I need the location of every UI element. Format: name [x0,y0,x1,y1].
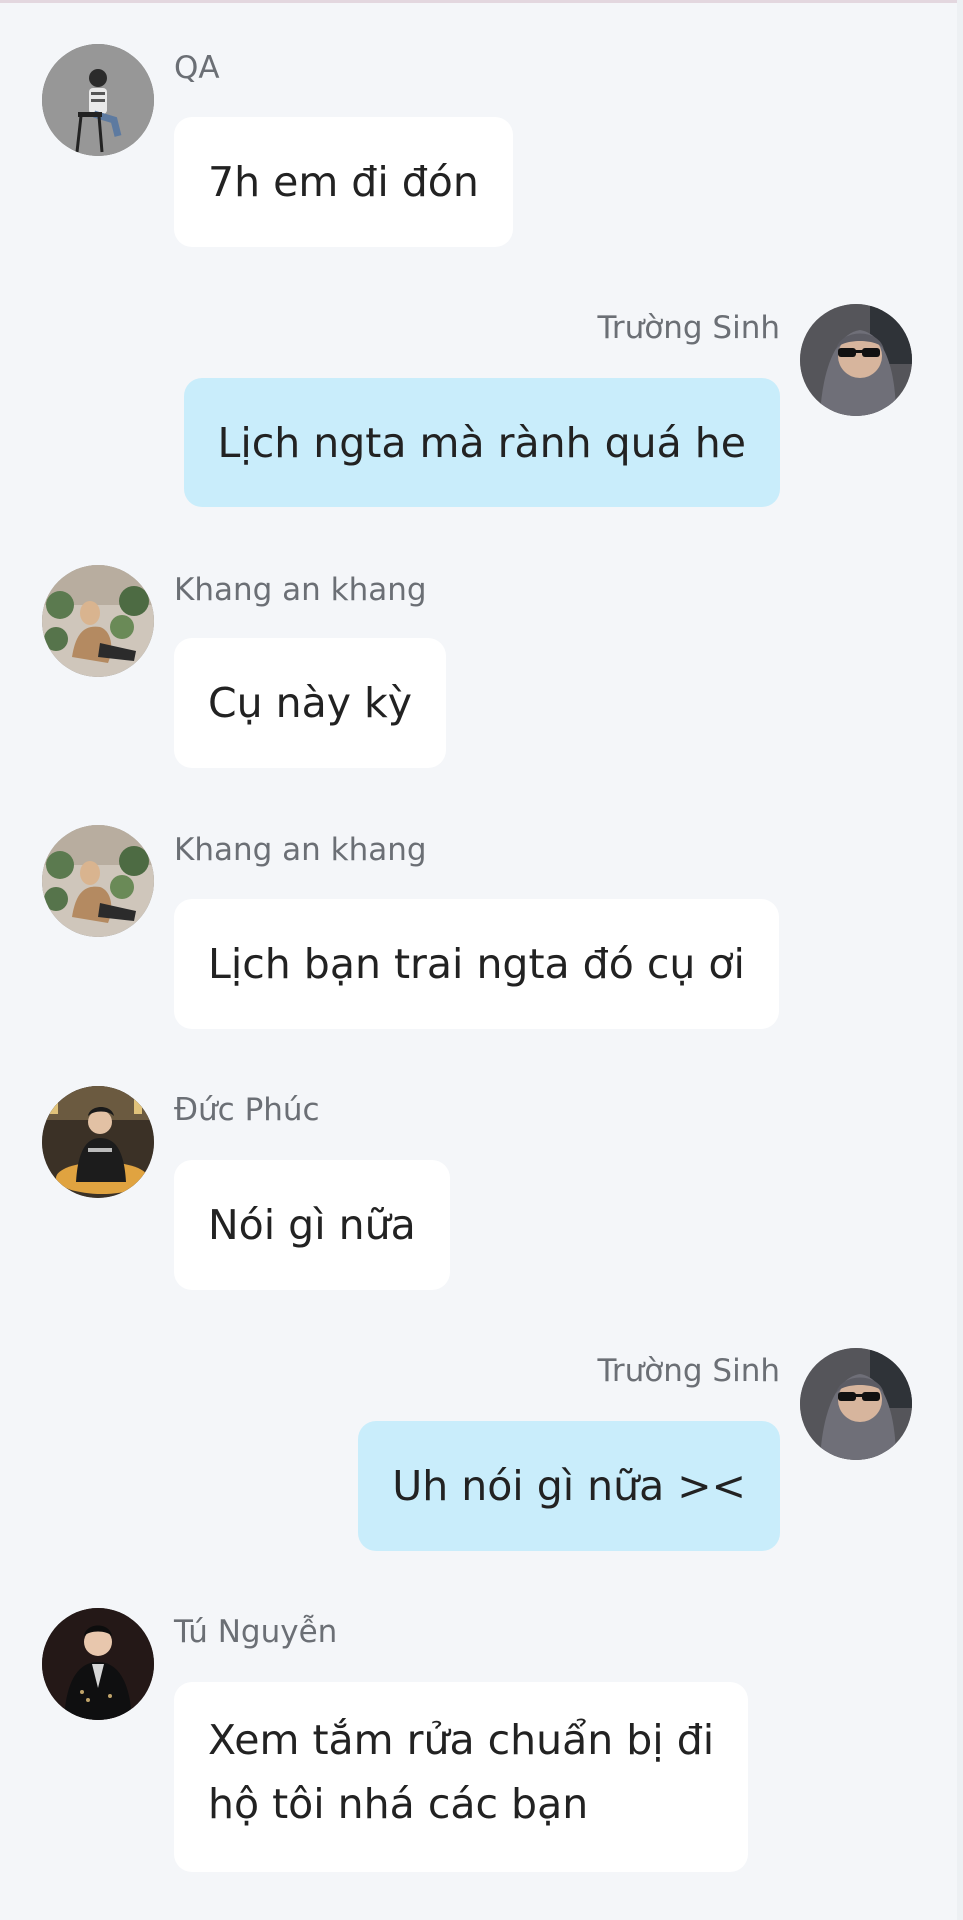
sender-name: Khang an khang [174,832,427,868]
avatar[interactable] [42,44,154,156]
sender-name: Khang an khang [174,572,427,608]
avatar[interactable] [42,1608,154,1720]
message-bubble[interactable]: Cụ này kỳ [174,638,447,768]
message-bubble[interactable]: 7h em đi đón [174,117,513,247]
sender-name: Trường Sinh [597,310,780,346]
person-with-plants-avatar-icon [42,565,154,677]
message-bubble[interactable]: Lịch bạn trai ngta đó cụ ơi [174,899,779,1029]
avatar[interactable] [42,565,154,677]
message-bubble[interactable]: Lịch ngta mà rành quá he [183,378,780,507]
message-bubble[interactable]: Xem tắm rửa chuẩn bị đi hộ tôi nhá các b… [174,1682,749,1872]
avatar[interactable] [800,304,912,416]
person-dark-shirt-avatar-icon [42,1086,154,1198]
message-line: Xem tắm rửa chuẩn bị đi [208,1716,715,1764]
sender-name: Tú Nguyễn [174,1614,338,1650]
person-black-suit-avatar-icon [42,1608,154,1720]
sender-name: QA [174,50,220,86]
person-hoodie-sunglasses-avatar-icon [800,304,912,416]
person-with-plants-avatar-icon [42,825,154,937]
message-line: hộ tôi nhá các bạn [208,1780,589,1828]
chat-message-list[interactable]: QA 7h em đi đón Trường Sinh Lịch ngta mà… [0,0,963,1920]
avatar[interactable] [42,825,154,937]
message-bubble[interactable]: Uh nói gì nữa >< [358,1421,780,1551]
message-bubble[interactable]: Nói gì nữa [174,1160,450,1290]
sender-name: Đức Phúc [174,1092,320,1128]
person-hoodie-sunglasses-avatar-icon [800,1348,912,1460]
avatar[interactable] [42,1086,154,1198]
avatar[interactable] [800,1348,912,1460]
person-sitting-on-chair-avatar-icon [42,44,154,156]
sender-name: Trường Sinh [597,1353,780,1389]
